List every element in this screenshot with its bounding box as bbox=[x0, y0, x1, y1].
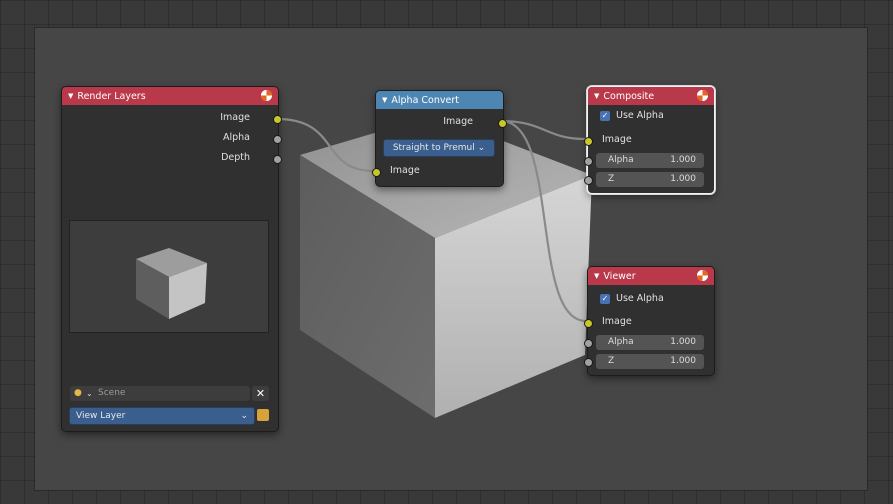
output-socket-image[interactable] bbox=[498, 119, 507, 128]
scene-icon: ● bbox=[74, 388, 82, 398]
scene-label: Scene bbox=[98, 388, 126, 398]
collapse-icon[interactable]: ▼ bbox=[594, 272, 599, 280]
composite-node[interactable]: ▼ Composite ✓ Use Alpha Image Alpha 1.000… bbox=[584, 86, 715, 194]
link-alphaconvert-to-viewer bbox=[500, 119, 587, 323]
render-badge-icon bbox=[697, 270, 708, 281]
chevron-down-icon: ⌄ bbox=[477, 143, 486, 153]
composite-header[interactable]: ▼ Composite bbox=[588, 87, 714, 105]
collapse-icon[interactable]: ▼ bbox=[68, 92, 73, 100]
z-value: 1.000 bbox=[670, 174, 696, 184]
view-layer-label: View Layer bbox=[76, 411, 126, 421]
x-icon: ✕ bbox=[255, 387, 266, 400]
chevron-down-icon: ⌄ bbox=[86, 389, 93, 398]
output-socket-alpha[interactable] bbox=[273, 135, 282, 144]
link-renderlayers-to-alphaconvert bbox=[276, 117, 375, 173]
input-socket-image[interactable] bbox=[584, 137, 593, 146]
alpha-field[interactable]: Alpha 1.000 bbox=[596, 153, 704, 168]
alpha-label: Alpha bbox=[608, 337, 634, 347]
alpha-value: 1.000 bbox=[670, 155, 696, 165]
collapse-icon[interactable]: ▼ bbox=[594, 92, 599, 100]
render-layers-header[interactable]: ▼ Render Layers bbox=[62, 87, 278, 105]
input-socket-alpha[interactable] bbox=[584, 157, 593, 166]
conversion-mode-dropdown[interactable]: Straight to Premul ⌄ bbox=[383, 139, 495, 157]
viewer-header[interactable]: ▼ Viewer bbox=[588, 267, 714, 285]
node-title: Render Layers bbox=[77, 91, 146, 102]
viewer-node[interactable]: ▼ Viewer ✓ Use Alpha Image Alpha 1.000 Z … bbox=[584, 266, 715, 376]
alpha-convert-header[interactable]: ▼ Alpha Convert bbox=[376, 91, 503, 109]
output-label-image: Image bbox=[220, 112, 250, 123]
node-title: Composite bbox=[603, 91, 655, 102]
alpha-value: 1.000 bbox=[670, 337, 696, 347]
alpha-label: Alpha bbox=[608, 155, 634, 165]
scene-selector[interactable]: ● ⌄ Scene bbox=[70, 386, 250, 401]
input-label-image: Image bbox=[602, 134, 632, 145]
input-socket-z[interactable] bbox=[584, 358, 593, 367]
render-layers-icon[interactable] bbox=[257, 409, 269, 421]
z-label: Z bbox=[608, 356, 615, 366]
view-layer-dropdown[interactable]: View Layer ⌄ bbox=[69, 407, 255, 425]
output-socket-depth[interactable] bbox=[273, 155, 282, 164]
output-socket-image[interactable] bbox=[273, 115, 282, 124]
render-badge-icon bbox=[261, 90, 272, 101]
use-alpha-checkbox[interactable]: ✓ bbox=[600, 111, 610, 121]
alpha-convert-node[interactable]: ▼ Alpha Convert Image Straight to Premul … bbox=[372, 90, 507, 187]
node-title: Alpha Convert bbox=[391, 95, 459, 106]
input-socket-z[interactable] bbox=[584, 176, 593, 185]
chevron-down-icon: ⌄ bbox=[240, 411, 248, 421]
input-socket-image[interactable] bbox=[584, 319, 593, 328]
use-alpha-checkbox[interactable]: ✓ bbox=[600, 294, 610, 304]
render-layers-node[interactable]: ▼ Render Layers Image Alpha Depth ● ⌄ Sce… bbox=[61, 86, 282, 432]
preview-cube bbox=[136, 248, 207, 319]
output-label-image: Image bbox=[443, 116, 473, 127]
input-label-image: Image bbox=[602, 316, 632, 327]
use-alpha-label: Use Alpha bbox=[616, 110, 664, 121]
z-field[interactable]: Z 1.000 bbox=[596, 172, 704, 187]
z-value: 1.000 bbox=[670, 356, 696, 366]
alpha-field[interactable]: Alpha 1.000 bbox=[596, 335, 704, 350]
input-label-image: Image bbox=[390, 165, 420, 176]
remove-scene-button[interactable]: ✕ bbox=[252, 386, 269, 401]
collapse-icon[interactable]: ▼ bbox=[382, 96, 387, 104]
use-alpha-label: Use Alpha bbox=[616, 293, 664, 304]
output-label-depth: Depth bbox=[221, 152, 250, 163]
conversion-mode-value: Straight to Premul bbox=[392, 143, 475, 153]
input-socket-alpha[interactable] bbox=[584, 339, 593, 348]
render-preview bbox=[69, 220, 269, 333]
render-badge-icon bbox=[697, 90, 708, 101]
z-field[interactable]: Z 1.000 bbox=[596, 354, 704, 369]
node-title: Viewer bbox=[603, 271, 636, 282]
z-label: Z bbox=[608, 174, 615, 184]
output-label-alpha: Alpha bbox=[222, 132, 250, 143]
input-socket-image[interactable] bbox=[372, 168, 381, 177]
